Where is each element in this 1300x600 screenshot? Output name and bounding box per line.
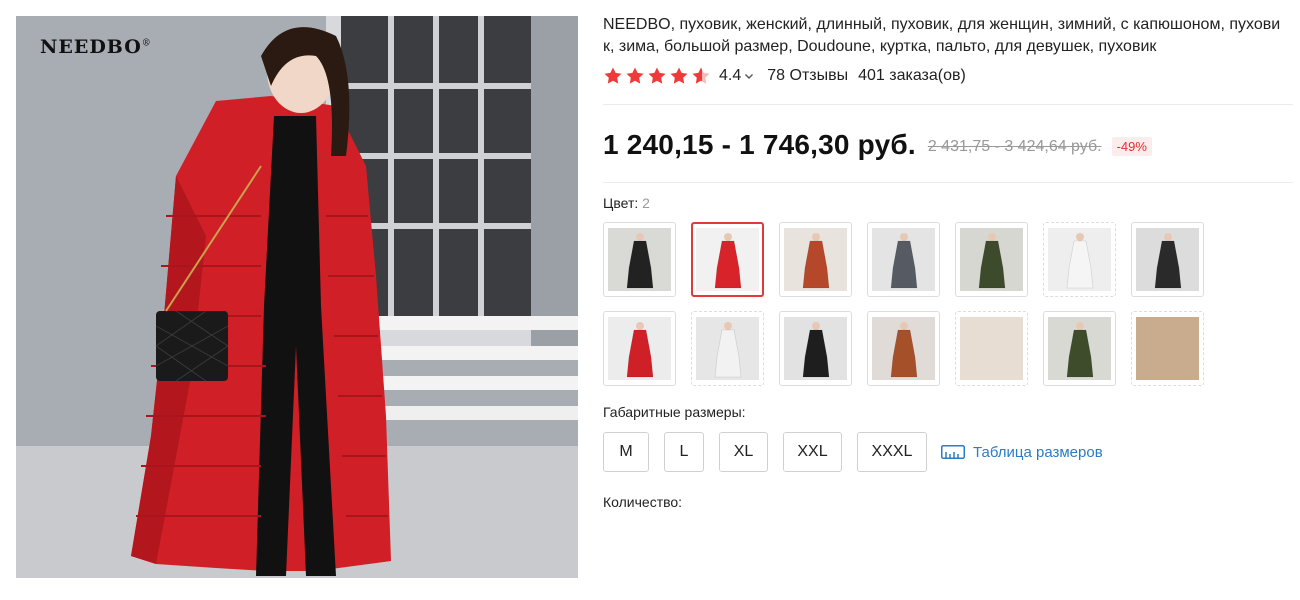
star-icon [626,67,644,84]
color-swatch-brown[interactable] [779,222,852,297]
star-icon [648,67,666,84]
color-swatch-green-2[interactable] [1043,311,1116,386]
swatch-thumbnail [1136,317,1199,380]
brand-logo-text: NEEDBO [40,36,142,58]
product-title: NEEDBO, пуховик, женский, длинный, пухов… [603,16,1281,55]
divider [603,104,1293,105]
color-label: Цвет: 2 [603,195,1293,211]
price-original: 2 431,75 - 3 424,64 руб. [927,138,1102,155]
size-label: Габаритные размеры: [603,404,746,420]
swatch-thumbnail [608,317,671,380]
color-swatch-red[interactable] [691,222,764,297]
discount-badge: -49% [1111,136,1152,156]
star-icon [604,67,622,84]
size-option-xxl[interactable]: XXL [783,432,842,472]
swatch-thumbnail [872,228,935,291]
swatch-thumbnail [1048,228,1111,291]
swatch-thumbnail [784,228,847,291]
color-swatch-beige[interactable] [955,311,1028,386]
swatch-thumbnail [1136,228,1199,291]
color-swatch-white-2[interactable] [691,311,764,386]
orders-count: 401 заказа(ов) [858,67,966,84]
ruler-icon [941,445,965,459]
product-main-image[interactable]: NEEDBO® [16,16,578,578]
size-chart-link[interactable]: Таблица размеров [941,444,1103,461]
size-option-l[interactable]: L [664,432,704,472]
color-swatch-black[interactable] [1131,222,1204,297]
swatch-thumbnail [608,228,671,291]
swatch-thumbnail [960,228,1023,291]
product-photo-illustration [16,16,578,578]
brand-logo: NEEDBO® [40,36,152,58]
size-options: M L XL XXL XXXL Таблица размеров [603,432,1293,472]
swatch-thumbnail [1048,317,1111,380]
rating-stars[interactable] [603,66,711,86]
color-swatch-red-2[interactable] [603,311,676,386]
swatch-thumbnail [696,228,759,291]
color-swatches [603,222,1293,386]
size-option-xxxl[interactable]: XXXL [857,432,927,472]
price-current: 1 240,15 - 1 746,30 руб. [603,129,916,160]
swatch-thumbnail [872,317,935,380]
color-swatch-black-fur[interactable] [603,222,676,297]
reviews-link[interactable]: 78 Отзывы [767,67,848,85]
size-chart-label: Таблица размеров [973,443,1103,461]
color-swatch-caramel[interactable] [867,311,940,386]
size-option-m[interactable]: M [603,432,649,472]
color-swatch-camel[interactable] [1131,311,1204,386]
swatch-thumbnail [696,317,759,380]
quantity-label: Количество: [603,494,683,510]
product-info-panel: NEEDBO, пуховик, женский, длинный, пухов… [603,14,1293,510]
color-swatch-white[interactable] [1043,222,1116,297]
size-option-xl[interactable]: XL [719,432,768,472]
star-icon [670,67,688,84]
color-swatch-army-green[interactable] [955,222,1028,297]
swatch-thumbnail [960,317,1023,380]
rating-row: 4.4 78 Отзывы 401 заказа(ов) [603,64,1293,88]
color-selected-value: 2 [642,195,650,211]
rating-value[interactable]: 4.4 [719,67,741,85]
chevron-down-icon[interactable] [743,70,755,82]
color-label-text: Цвет: [603,195,643,211]
divider [603,182,1293,183]
color-swatch-black-2[interactable] [779,311,852,386]
color-swatch-grey[interactable] [867,222,940,297]
brand-logo-registered: ® [141,38,152,49]
price-row: 1 240,15 - 1 746,30 руб. 2 431,75 - 3 42… [603,127,1293,163]
star-half-icon [692,67,710,84]
swatch-thumbnail [784,317,847,380]
